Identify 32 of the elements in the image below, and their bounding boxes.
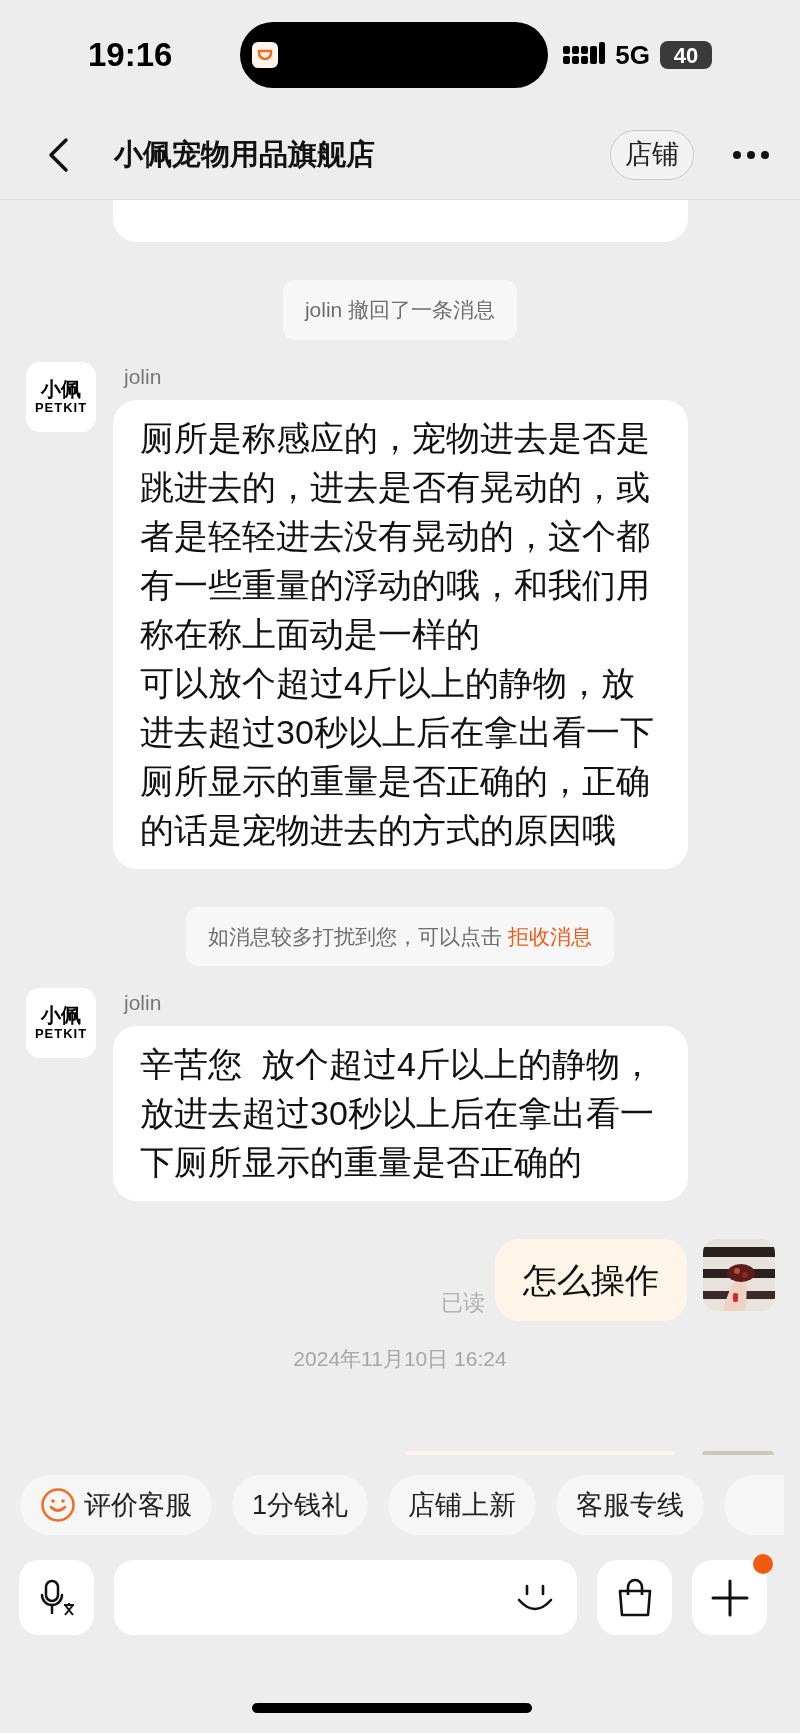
read-receipt: 已读 bbox=[441, 1289, 485, 1317]
voice-button[interactable] bbox=[19, 1560, 94, 1635]
avatar-logo-text: PETKIT bbox=[34, 399, 88, 416]
chat-title: 小佩宠物用品旗舰店 bbox=[114, 136, 375, 172]
status-time: 19:16 bbox=[88, 35, 174, 76]
battery-level: 40 bbox=[673, 41, 699, 70]
message-text: 厕所是称感应的，宠物进去是否是跳进去的，进去是否有晃动的，或者是轻轻进去没有晃动的，这个都有一些重量的浮动的哦，和我们用称在称上面动是一样的 bbox=[140, 417, 651, 655]
quick-reply-chip[interactable]: 店铺上新 bbox=[388, 1475, 537, 1535]
plus-icon bbox=[710, 1578, 749, 1617]
avatar-edge bbox=[702, 1451, 774, 1455]
sender-name: jolin bbox=[124, 363, 163, 390]
system-notice: 如消息较多打扰到您，可以点击 拒收消息 bbox=[186, 906, 614, 966]
sender-name: jolin bbox=[124, 990, 163, 1016]
message-text: 辛苦您 放个超过4斤以上的静物，放进去超过30秒以上后在拿出看一下厕所显示的重量是否正确的 bbox=[140, 1044, 655, 1183]
timestamp: 2024年11月10日 16:24 bbox=[293, 1346, 507, 1372]
network-label: 5G bbox=[615, 38, 650, 72]
app-icon bbox=[252, 42, 278, 68]
system-notice: jolin 撤回了一条消息 bbox=[282, 280, 518, 340]
back-icon[interactable] bbox=[46, 136, 70, 173]
avatar-logo-text: 小佩 bbox=[41, 377, 81, 400]
message-input-field[interactable] bbox=[114, 1560, 577, 1635]
message-bubble: 怎么操作 bbox=[495, 1239, 687, 1321]
shopping-bag-button[interactable] bbox=[597, 1560, 672, 1635]
more-icon[interactable] bbox=[732, 149, 770, 160]
quick-reply-chip[interactable]: 1分钱礼 bbox=[232, 1475, 369, 1535]
quick-reply-chip[interactable]: 客服专线 bbox=[556, 1475, 705, 1535]
shop-button[interactable]: 店铺 bbox=[610, 129, 694, 180]
plus-button[interactable] bbox=[692, 1560, 767, 1635]
avatar-logo-text: 小佩 bbox=[41, 1004, 81, 1026]
message-text: 可以放个超过4斤以上的静物，放进去超过30秒以上后在拿出看一下厕所显示的重量是否正确的，正确的话是宠物进去的方式的原因哦 bbox=[140, 662, 655, 851]
avatar-logo-text: PETKIT bbox=[34, 1026, 88, 1042]
quick-reply-chip[interactable]: 评价客服 bbox=[20, 1475, 212, 1535]
